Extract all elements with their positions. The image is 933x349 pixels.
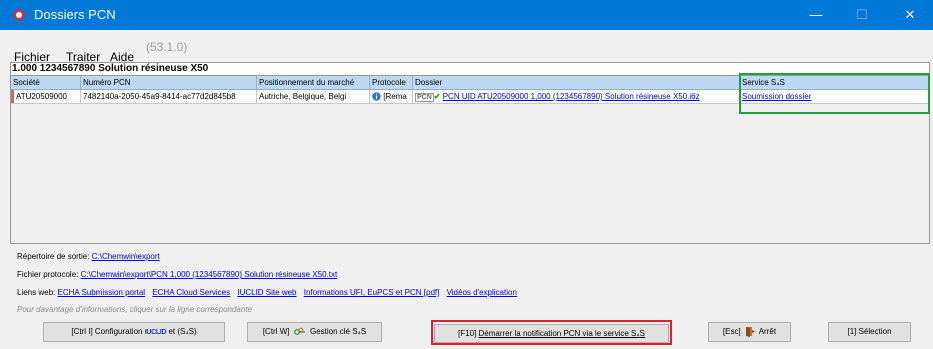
- cell-societe: ATU20509000: [14, 90, 81, 103]
- key-management-button[interactable]: [Ctrl W] Gestion clé S₄S: [247, 322, 382, 342]
- cell-dossier[interactable]: PCN ✔ PCN UID ATU20509000 1,000 (12345678…: [413, 90, 740, 103]
- minimize-button[interactable]: —: [793, 0, 839, 30]
- title-bar: Dossiers PCN — ☐ ✕: [0, 0, 933, 30]
- maximize-button[interactable]: ☐: [839, 0, 885, 30]
- videos-link[interactable]: Vidéos d'explication: [447, 288, 517, 297]
- start-button-highlight: [431, 320, 672, 345]
- protocol-file-line: Fichier protocole: C:\Chemwin\export\PCN…: [17, 270, 338, 279]
- service-column-highlight: [739, 73, 930, 114]
- pcn-check-icon: PCN: [415, 93, 434, 102]
- cell-numero-pcn: 7482140a-2050-45a9-8414-ac77d2d845b8: [81, 90, 257, 103]
- close-button[interactable]: ✕: [887, 0, 933, 30]
- menu-bar: Fichier Traiter Aide (53.1.0): [0, 30, 933, 64]
- web-links-line: Liens web: ECHA Submission portal ECHA C…: [17, 288, 517, 297]
- key-icon: [293, 327, 305, 335]
- version-label: (53.1.0): [146, 40, 188, 54]
- ufi-info-link[interactable]: Informations UFI, EuPCS et PCN [pdf]: [304, 288, 440, 297]
- config-button[interactable]: [Ctrl I] Configuration IUCLID et (S₄S): [43, 322, 225, 342]
- column-dossier[interactable]: Dossier: [413, 76, 740, 89]
- column-societe[interactable]: Société: [11, 76, 81, 89]
- info-icon: [372, 92, 381, 102]
- column-numero-pcn[interactable]: Numéro PCN: [81, 76, 257, 89]
- column-protocole[interactable]: Protocole: [370, 76, 413, 89]
- cell-marche: Autriche, Belgique, Belgi: [257, 90, 370, 103]
- echa-submission-link[interactable]: ECHA Submission portal: [57, 288, 145, 297]
- stop-button[interactable]: [Esc] Arrêt: [708, 322, 791, 342]
- app-logo-icon: [12, 8, 26, 22]
- output-dir-line: Répertoire de sortie: C:\Chemwin\export: [17, 252, 160, 261]
- select-button[interactable]: [1] Sélection: [828, 322, 911, 342]
- window-title: Dossiers PCN: [34, 7, 116, 22]
- door-exit-icon: [745, 327, 755, 338]
- column-marche[interactable]: Positionnement du marché: [257, 76, 370, 89]
- output-dir-link[interactable]: C:\Chemwin\export: [92, 252, 160, 261]
- iuclid-site-link[interactable]: IUCLID Site web: [237, 288, 296, 297]
- protocol-file-link[interactable]: C:\Chemwin\export\PCN 1,000 (1234567890)…: [81, 270, 338, 279]
- echa-cloud-link[interactable]: ECHA Cloud Services: [152, 288, 230, 297]
- iuclid-logo-icon: IUCLID: [144, 329, 167, 336]
- hint-text: Pour davantage d'informations, cliquer s…: [17, 305, 252, 314]
- cell-protocole[interactable]: [Rema: [370, 90, 413, 103]
